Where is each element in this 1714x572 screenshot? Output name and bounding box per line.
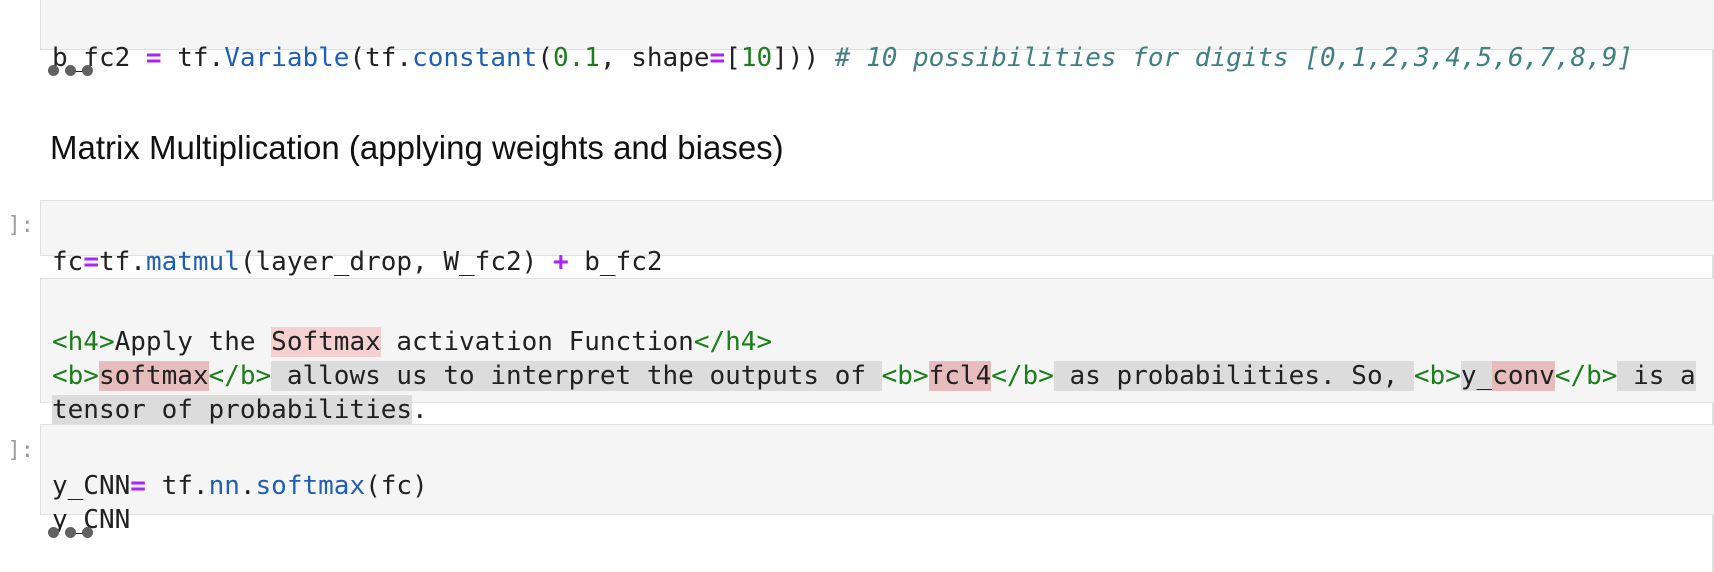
md-tag: </b> — [991, 361, 1054, 391]
ellipsis-dot — [48, 527, 59, 538]
md-text: activation Function — [380, 327, 694, 357]
md-tag: </h4> — [693, 327, 773, 357]
code-token-operator: = — [130, 43, 178, 73]
code-token-operator: = — [83, 247, 99, 277]
code-token-rest: b_fc2 — [568, 247, 663, 277]
md-text-selected: y_ — [1460, 361, 1493, 391]
code-token-softmax: softmax — [255, 471, 366, 501]
cell-prompt: ]: — [7, 438, 35, 463]
code-token-tf: tf. — [145, 471, 209, 501]
code-token-args: (layer_drop, W_fc2) — [239, 247, 553, 277]
md-text-selected: is a — [1617, 361, 1696, 391]
output-collapsed-ellipsis[interactable] — [48, 527, 93, 538]
code-comment: # 10 possibilities for digits [0,1,2,3,4… — [834, 43, 1634, 73]
ellipsis-dot — [65, 527, 76, 538]
md-tag: <b> — [881, 361, 929, 391]
output-collapsed-ellipsis[interactable] — [48, 65, 93, 76]
code-cell-softmax[interactable]: y_CNN= tf.nn.softmax(fc) y_CNN — [40, 424, 1714, 535]
md-highlight-conv: conv — [1492, 361, 1555, 391]
ellipsis-dot — [65, 65, 76, 76]
code-token-bracket: [ — [725, 43, 741, 73]
ellipsis-dot — [48, 65, 59, 76]
code-token-fc: fc — [52, 247, 84, 277]
code-cell-b-fc2[interactable]: b_fc2 = tf.Variable(tf.constant(0.1, sha… — [40, 0, 1714, 73]
code-token-dot: . — [239, 471, 256, 501]
code-token-tf: tf. — [177, 43, 225, 73]
code-token-number2: 10 — [740, 43, 773, 73]
md-tag: </b> — [1554, 361, 1618, 391]
code-token-close: ])) — [772, 43, 835, 73]
md-highlight-softmax: Softmax — [271, 327, 381, 357]
ellipsis-dot — [82, 527, 93, 538]
md-text: . — [412, 395, 428, 425]
ellipsis-dot — [82, 65, 93, 76]
md-tag: <b> — [1413, 361, 1461, 391]
code-token-shape: , shape — [599, 43, 710, 73]
markdown-cell-editor[interactable]: <h4>Apply the Softmax activation Functio… — [40, 278, 1714, 425]
code-token-plus: + — [552, 247, 569, 277]
md-tag: </b> — [208, 361, 272, 391]
md-text: Apply the — [114, 327, 272, 357]
md-tag: <b> — [52, 361, 99, 391]
code-token-number: 0.1 — [552, 43, 600, 73]
code-token-matmul: matmul — [145, 247, 240, 277]
markdown-heading: Matrix Multiplication (applying weights … — [50, 129, 784, 166]
code-cell-matmul[interactable]: fc=tf.matmul(layer_drop, W_fc2) + b_fc2 — [40, 200, 1714, 277]
code-token-nn: nn — [208, 471, 240, 501]
code-token-operator2: = — [709, 43, 726, 73]
code-token-operator: = — [130, 471, 146, 501]
md-tag: <h4> — [52, 327, 115, 357]
code-token-tf: tf. — [98, 247, 146, 277]
cell-prompt: ]: — [7, 213, 35, 238]
md-text-selected: allows us to interpret the outputs of — [271, 361, 882, 391]
md-text-selected: tensor of probabilities — [52, 395, 413, 425]
code-token-paren2: ( — [537, 43, 553, 73]
code-token-paren: (tf. — [349, 43, 413, 73]
code-token-args: (fc) — [365, 471, 428, 501]
code-token-constant: constant — [412, 43, 538, 73]
code-token-variable: Variable — [224, 43, 350, 73]
md-highlight-softmax-2: softmax — [98, 361, 209, 391]
code-token-var: y_CNN — [52, 471, 131, 501]
md-highlight-fcl4: fcl4 — [928, 361, 992, 391]
md-text-selected: as probabilities. So, — [1053, 361, 1414, 391]
